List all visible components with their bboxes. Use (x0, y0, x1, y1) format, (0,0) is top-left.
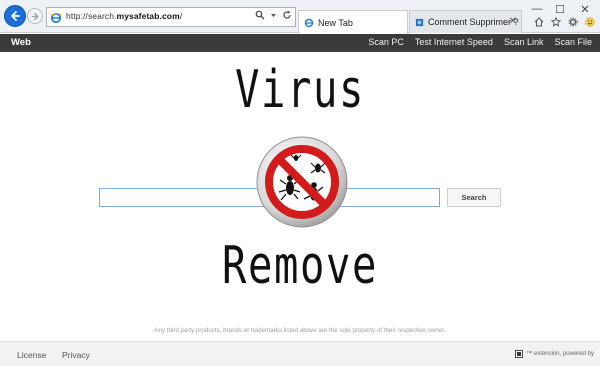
page-tab-icon (415, 18, 424, 26)
refresh-icon[interactable] (282, 10, 292, 20)
maximize-button[interactable]: ☐ (550, 3, 570, 16)
no-bugs-icon (256, 136, 348, 228)
menu-test-internet-speed[interactable]: Test Internet Speed (415, 37, 493, 47)
back-button[interactable] (4, 5, 26, 27)
headline-virus: Virus (235, 60, 365, 120)
search-button[interactable]: Search (447, 188, 501, 207)
forward-arrow-icon (31, 12, 38, 20)
browser-toolbar: http://search.mysafetab.com/ New Tab Com… (0, 0, 600, 34)
top-menu-links: Scan PC Test Internet Speed Scan Link Sc… (368, 37, 592, 47)
menu-scan-link[interactable]: Scan Link (504, 37, 544, 47)
tab-label: New Tab (318, 17, 353, 28)
site-top-menu: Web Scan PC Test Internet Speed Scan Lin… (0, 34, 600, 52)
page-footer: License Privacy ™ extension, powered by (0, 341, 600, 366)
dropdown-icon[interactable] (270, 12, 277, 19)
close-tab-icon[interactable]: ✕ (509, 16, 517, 27)
home-icon[interactable] (534, 17, 544, 27)
forward-button[interactable] (27, 8, 43, 24)
back-arrow-icon (11, 11, 20, 21)
menu-scan-file[interactable]: Scan File (554, 37, 592, 47)
headline-remove: Remove (222, 236, 378, 296)
address-url: http://search.mysafetab.com/ (66, 11, 183, 21)
license-link[interactable]: License (17, 350, 46, 360)
privacy-link[interactable]: Privacy (62, 350, 90, 360)
favorites-star-icon[interactable] (551, 17, 561, 27)
extension-logo-icon (515, 350, 524, 358)
browser-window: http://search.mysafetab.com/ New Tab Com… (0, 0, 600, 366)
tab-comment-supprimer[interactable]: Comment Supprimer ? Net... ✕ (409, 10, 522, 33)
menu-scan-pc[interactable]: Scan PC (368, 37, 404, 47)
search-icon[interactable] (255, 10, 265, 20)
minimize-button[interactable]: — (527, 3, 547, 15)
settings-gear-icon[interactable] (568, 17, 578, 27)
ie-logo-icon (50, 11, 62, 29)
trademark-disclaimer: Any third party products, brands or trad… (154, 327, 446, 334)
brand-web-link[interactable]: Web (11, 37, 31, 48)
close-window-button[interactable]: ✕ (575, 3, 595, 16)
extension-text[interactable]: ™ extension, powered by (526, 351, 594, 357)
tab-new-tab[interactable]: New Tab (298, 10, 408, 34)
smiley-feedback-icon[interactable] (585, 17, 595, 27)
address-bar[interactable]: http://search.mysafetab.com/ (46, 7, 296, 27)
ie-tab-icon (304, 18, 314, 27)
extension-credit: ™ extension, powered by (515, 350, 594, 358)
